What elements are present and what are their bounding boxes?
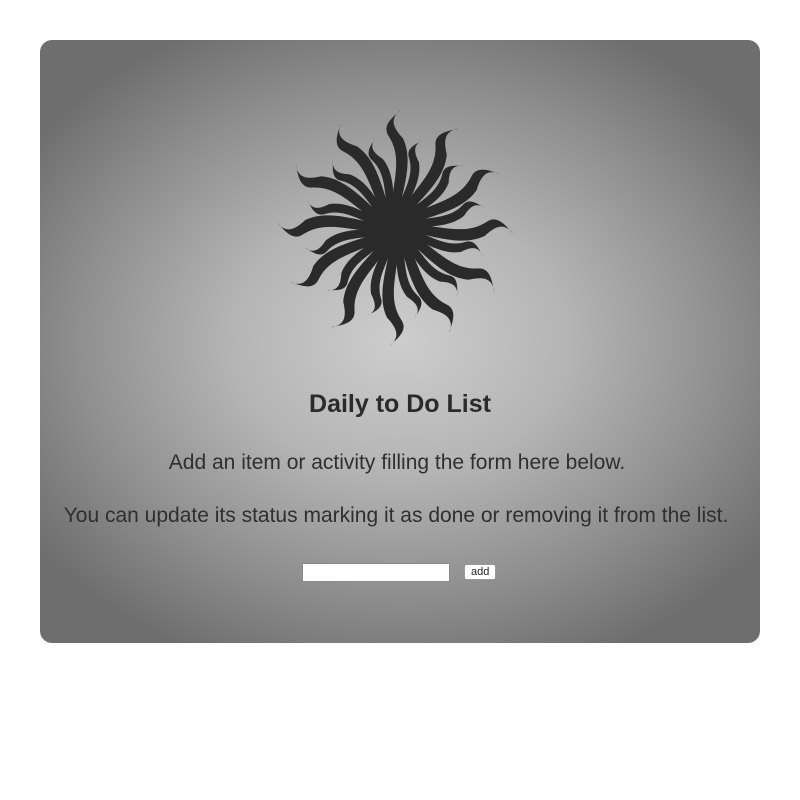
item-input[interactable] [302,562,450,582]
intro-text-line-2: You can update its status marking it as … [63,504,729,527]
intro-text-line-1: Add an item or activity filling the form… [168,451,626,474]
add-button[interactable]: add [464,564,497,580]
sun-burst-icon [277,110,513,346]
sun-center-shape [390,223,400,233]
add-item-form: add [302,562,497,582]
main-card: Daily to Do List Add an item or activity… [40,40,760,643]
page-title: Daily to Do List [309,390,491,418]
